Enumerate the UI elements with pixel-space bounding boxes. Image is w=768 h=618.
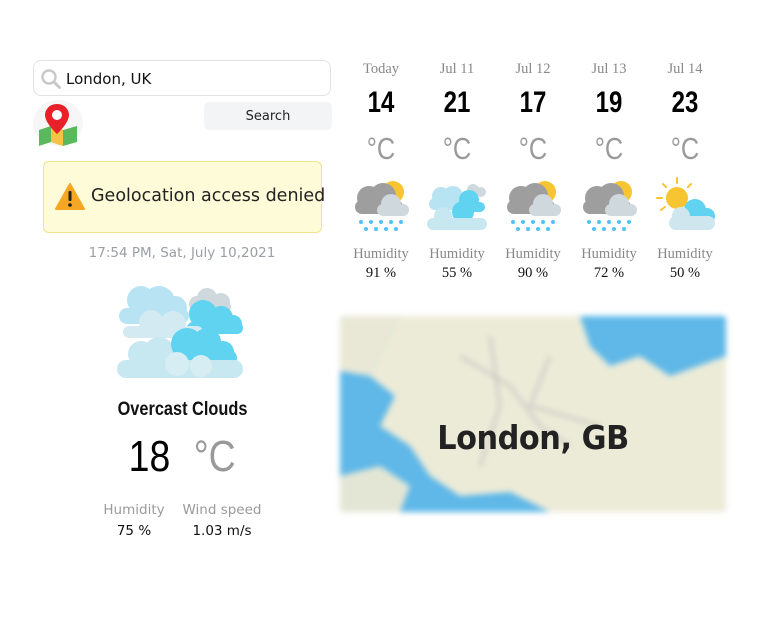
alert-text: Geolocation access denied	[91, 186, 326, 206]
forecast-day: Jul 14 23 °C Humidity 50 %	[647, 60, 723, 282]
forecast-humidity-label: Humidity	[505, 246, 561, 262]
forecast-humidity-value: 50 %	[669, 265, 701, 281]
map-pin-icon	[39, 104, 77, 146]
current-temperature: 18 °C	[43, 430, 322, 484]
forecast-humidity-value: 72 %	[593, 265, 625, 281]
rain-cloud-sun-icon	[583, 181, 637, 231]
rain-cloud-sun-icon	[355, 181, 409, 231]
current-temp-value: 18	[128, 432, 171, 481]
forecast-day: Jul 11 21 °C Humidity 55 %	[419, 60, 495, 282]
location-map[interactable]	[340, 316, 726, 512]
forecast-date: Today	[362, 61, 400, 77]
forecast-temp: 17	[519, 86, 547, 119]
forecast-unit: °C	[670, 131, 700, 166]
forecast-temp: 21	[443, 86, 471, 119]
forecast-date: Jul 11	[439, 61, 475, 77]
locate-button[interactable]	[33, 100, 83, 146]
overcast-clouds-icon	[117, 286, 243, 378]
forecast-unit: °C	[594, 131, 624, 166]
forecast-day: Jul 13 19 °C Humidity 72 %	[571, 60, 647, 282]
geolocation-alert: Geolocation access denied	[43, 161, 326, 233]
search-icon	[41, 69, 61, 89]
forecast-humidity-label: Humidity	[657, 246, 713, 262]
forecast-date: Jul 14	[667, 61, 703, 77]
search-button[interactable]: Search	[204, 102, 332, 130]
forecast-humidity-label: Humidity	[429, 246, 485, 262]
forecast-day: Today 14 °C Humidity 91 %	[343, 60, 419, 282]
forecast-humidity-value: 55 %	[441, 265, 473, 281]
forecast-humidity-label: Humidity	[353, 246, 409, 262]
wind-label: Wind speed	[182, 502, 262, 518]
forecast-humidity-label: Humidity	[581, 246, 637, 262]
map-location-label: London, GB	[437, 418, 629, 457]
forecast-humidity-value: 90 %	[517, 265, 549, 281]
humidity-stat: Humidity 75 %	[98, 502, 170, 539]
condition-label: Overcast Clouds	[117, 399, 248, 420]
wind-value: 1.03 m/s	[192, 523, 252, 539]
humidity-value: 75 %	[116, 523, 152, 539]
sun-cloud-icon	[656, 177, 715, 230]
rain-cloud-sun-icon	[507, 181, 561, 231]
clouds-icon	[427, 184, 487, 230]
forecast-humidity-value: 91 %	[365, 265, 397, 281]
forecast-temp: 19	[595, 86, 623, 119]
forecast-unit: °C	[518, 131, 548, 166]
current-temp-unit: °C	[194, 432, 237, 481]
humidity-label: Humidity	[103, 502, 165, 518]
forecast-day: Jul 12 17 °C Humidity 90 %	[495, 60, 571, 282]
forecast-date: Jul 12	[515, 61, 551, 77]
forecast-unit: °C	[442, 131, 472, 166]
forecast-temp: 14	[367, 86, 395, 119]
search-box[interactable]	[33, 60, 331, 96]
wind-stat: Wind speed 1.03 m/s	[178, 502, 266, 539]
search-input[interactable]	[64, 67, 318, 91]
current-datetime: 17:54 PM, Sat, July 10,2021	[88, 245, 276, 261]
forecast-temp: 23	[671, 86, 699, 119]
warning-icon	[55, 183, 85, 210]
forecast-unit: °C	[366, 131, 396, 166]
forecast-date: Jul 13	[591, 61, 627, 77]
